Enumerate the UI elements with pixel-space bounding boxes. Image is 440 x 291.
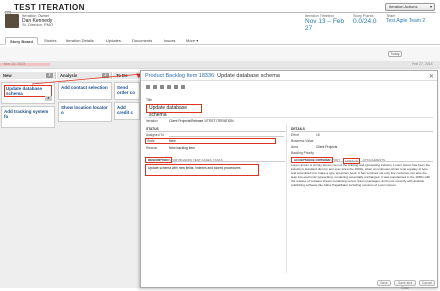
divider [291, 131, 433, 132]
title-field-label: Title [146, 98, 153, 102]
tab-history[interactable]: HISTORY [327, 158, 340, 162]
more-icon[interactable] [181, 85, 185, 89]
iteration-actions-label: Iteration Actions [389, 4, 418, 9]
timeline-band [0, 61, 440, 68]
tab-iteration-details[interactable]: Iteration Details [62, 37, 98, 45]
description-tabs: DESCRIPTION STORYBOARDS TEST CASES TASKS [145, 157, 285, 163]
iteration-label: Iteration [146, 119, 158, 123]
kpi-value[interactable]: Test Agile Team 2 [386, 18, 440, 24]
reason-select[interactable]: New backlog item [169, 146, 279, 150]
divider [145, 117, 433, 118]
vertical-divider [286, 123, 287, 273]
effort-label: Effort [291, 133, 299, 137]
save-button[interactable]: Save [377, 280, 391, 286]
tab-issues[interactable]: Issues [160, 37, 180, 45]
effort-input[interactable]: 10 [316, 133, 320, 137]
chevron-down-icon: ▾ [196, 38, 199, 43]
chevron-down-icon: ▾ [429, 4, 432, 9]
tab-test-cases[interactable]: TEST CASES [193, 158, 212, 162]
title-input[interactable]: Update database schema [146, 104, 202, 118]
kpi-story-points: Story Points 0.0/24.0 [353, 14, 383, 25]
tab-more[interactable]: More ▾ [182, 37, 202, 45]
iteration-owner: Iteration Owner Dan Kennedy Sr. Director… [22, 13, 82, 28]
tab-more-label: More [186, 38, 196, 43]
title-divider [4, 12, 436, 13]
tab-bar: Story Board Stories Iteration Details Up… [0, 36, 440, 45]
avatar [5, 14, 19, 28]
panel-title-suffix: Update database schema [217, 73, 280, 79]
tab-attachments[interactable]: ATTACHMENTS [363, 158, 385, 162]
kpi-value: 0.0/24.0 [353, 18, 377, 25]
card-title: Add credit c [117, 105, 134, 115]
card-title: Add tracking system fo [4, 109, 49, 119]
area-label: Area [291, 145, 298, 149]
undo-icon[interactable] [160, 85, 164, 89]
tab-updates[interactable]: Updates [102, 37, 125, 45]
cancel-button[interactable]: Cancel [419, 280, 435, 286]
annotation-arrow [31, 73, 143, 85]
reason-label: Reason [146, 146, 158, 150]
tab-links[interactable]: LINKS (1) [343, 157, 361, 164]
panel-title-prefix[interactable]: Product Backlog Item 18336: [145, 73, 216, 79]
acceptance-tabs: ACCEPTANCE CRITERIA HISTORY LINKS (1) AT… [291, 157, 433, 164]
backlog-priority-label: Backlog Priority [291, 151, 314, 155]
column-title: New [3, 73, 12, 78]
save-icon[interactable] [146, 85, 150, 89]
today-marker[interactable]: Today [388, 51, 402, 57]
tab-tasks[interactable]: TASKS [213, 158, 223, 162]
acceptance-criteria-text[interactable]: Lorem Ipsum is simply dummy text of the … [291, 164, 433, 204]
state-select[interactable]: New [169, 139, 269, 143]
kpi-team: Team Test Agile Team 2 [386, 14, 440, 24]
close-icon[interactable]: ✕ [429, 73, 434, 80]
refresh-icon[interactable] [153, 85, 157, 89]
tab-story-board[interactable]: Story Board [5, 37, 38, 45]
owner-role: Sr. Director, PMO [22, 22, 54, 28]
iteration-timeline [0, 47, 440, 69]
description-editor[interactable]: Update schema with new fields, indexes a… [145, 164, 259, 176]
business-value-label: Business Value [291, 139, 314, 143]
tab-documents[interactable]: Documents [128, 37, 156, 45]
card-show-location-locator[interactable]: Show location locator o [58, 102, 112, 122]
iteration-actions-button[interactable]: Iteration Actions ▾ [385, 3, 435, 11]
area-select[interactable]: Client Projects [316, 145, 431, 149]
backlog-item-panel: Product Backlog Item 18336: Update datab… [140, 70, 438, 290]
kpi-value: Nov 13 – Feb 27 [305, 18, 345, 32]
state-label: State [147, 139, 155, 143]
link-icon[interactable] [167, 85, 171, 89]
assigned-to-label: Assigned To [146, 133, 164, 137]
assigned-to-input[interactable] [169, 132, 284, 137]
card-add-tracking-system[interactable]: Add tracking system fo [1, 106, 55, 128]
card-title: Show location locator o [61, 105, 108, 115]
collapse-icon[interactable] [5, 4, 11, 17]
card-points: 8 [45, 96, 52, 101]
tab-description[interactable]: DESCRIPTION [145, 157, 172, 163]
card-add-credit[interactable]: Add credit c [114, 102, 140, 120]
timeline-end-date: Feb 27, 2014 [412, 62, 433, 66]
copy-icon[interactable] [174, 85, 178, 89]
page-title: TEST ITERATION [14, 3, 85, 12]
tab-storyboards[interactable]: STORYBOARDS [169, 158, 192, 162]
timeline-start-date: Nov 13, 2013 [4, 62, 25, 66]
save-and-close-button[interactable]: Save and Close [394, 280, 416, 290]
kpi-timebox: Iteration Timebox Nov 13 – Feb 27 [305, 14, 345, 32]
iteration-value[interactable]: Client Projects\Release 1\TEST ITERATION [169, 119, 289, 123]
tab-stories[interactable]: Stories [40, 37, 60, 45]
panel-header: Product Backlog Item 18336: Update datab… [141, 71, 437, 81]
